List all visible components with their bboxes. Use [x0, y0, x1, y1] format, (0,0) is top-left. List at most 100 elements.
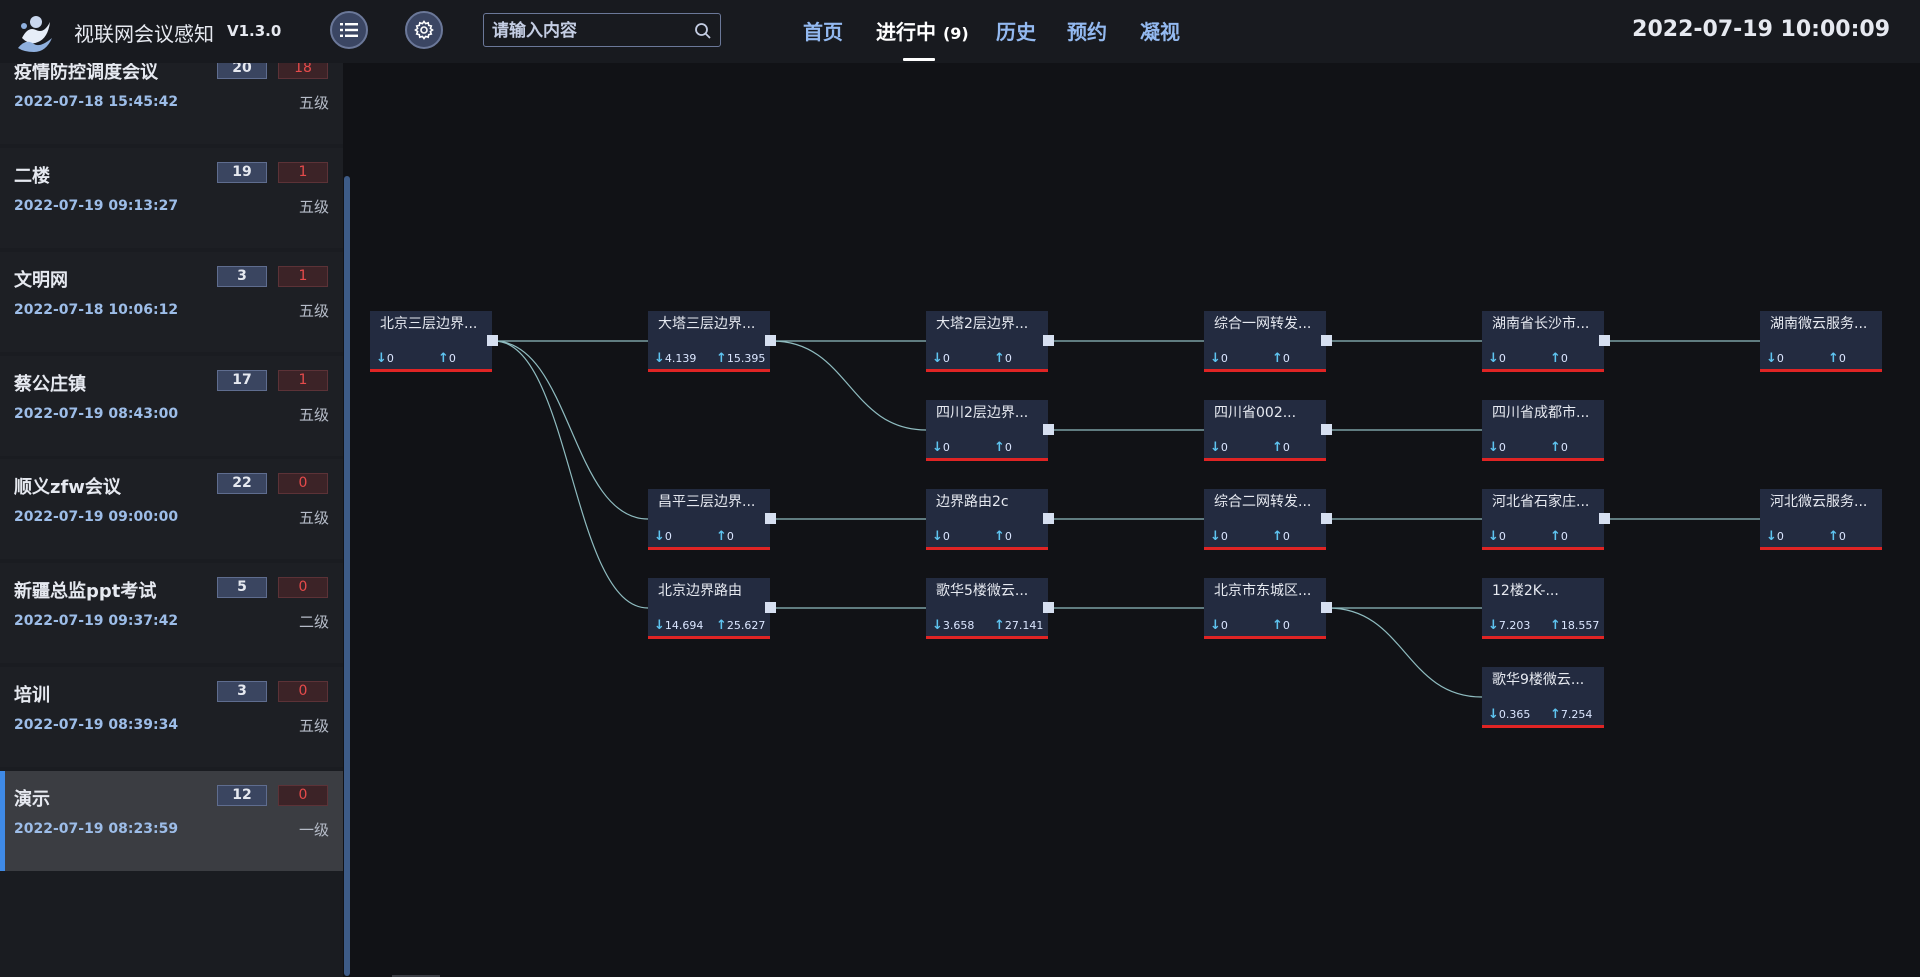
node-port[interactable] — [1043, 602, 1054, 613]
alert-count: 0 — [278, 681, 328, 702]
node-port[interactable] — [1043, 424, 1054, 435]
node-port[interactable] — [765, 335, 776, 346]
meeting-name: 演示 — [14, 789, 50, 810]
meeting-time: 2022-07-19 09:13:27 — [14, 198, 179, 214]
tab-in-progress[interactable]: 进行中 (9) — [876, 16, 969, 45]
upload-value: 0 — [1004, 530, 1012, 543]
settings-button[interactable] — [405, 11, 443, 49]
node-upload-rate: ↑0 — [1272, 529, 1290, 544]
topology-link — [493, 340, 649, 520]
topology-node[interactable]: 边界路由2c ↓0 ↑0 — [926, 489, 1054, 550]
upload-value: 0 — [1282, 530, 1290, 543]
upload-value: 15.395 — [726, 352, 766, 365]
topology-node[interactable]: 歌华5楼微云... ↓3.658 ↑27.141 — [926, 578, 1054, 639]
menu-button[interactable] — [330, 11, 368, 49]
node-name: 综合一网转发... — [1214, 316, 1312, 332]
topology-node[interactable]: 北京边界路由 ↓14.694 ↑25.627 — [648, 578, 776, 639]
node-port[interactable] — [1321, 513, 1332, 524]
arrow-up-icon: ↑ — [994, 351, 1005, 366]
topology-node[interactable]: 综合二网转发... ↓0 ↑0 — [1204, 489, 1332, 550]
arrow-down-icon: ↓ — [1210, 529, 1221, 544]
topology-node[interactable]: 昌平三层边界... ↓0 ↑0 — [648, 489, 776, 550]
node-port[interactable] — [487, 335, 498, 346]
node-port[interactable] — [765, 513, 776, 524]
node-name: 大塔2层边界... — [936, 316, 1029, 332]
node-download-rate: ↓0 — [1766, 351, 1784, 366]
node-upload-rate: ↑0 — [1272, 618, 1290, 633]
tab-home[interactable]: 首页 — [803, 16, 843, 45]
node-download-rate: ↓0 — [1210, 618, 1228, 633]
sidebar-scrollbar[interactable] — [344, 176, 350, 976]
meeting-item[interactable]: 文明网 3 1 2022-07-18 10:06:12 五级 — [0, 252, 343, 352]
participant-count: 3 — [217, 681, 267, 702]
meeting-time: 2022-07-19 08:43:00 — [14, 406, 179, 422]
topology-node[interactable]: 12楼2K-... ↓7.203 ↑18.557 — [1482, 578, 1604, 639]
topology-node[interactable]: 四川2层边界... ↓0 ↑0 — [926, 400, 1054, 461]
meeting-name: 蔡公庄镇 — [14, 374, 86, 395]
selection-indicator — [0, 771, 5, 871]
node-upload-rate: ↑0 — [438, 351, 456, 366]
topology-node[interactable]: 湖南省长沙市... ↓0 ↑0 — [1482, 311, 1610, 372]
search-input[interactable] — [490, 19, 684, 43]
tab-reservation[interactable]: 预约 — [1067, 16, 1107, 45]
topology-node[interactable]: 湖南微云服务... ↓0 ↑0 — [1760, 311, 1882, 372]
topology-node[interactable]: 四川省成都市... ↓0 ↑0 — [1482, 400, 1604, 461]
node-port[interactable] — [1321, 335, 1332, 346]
arrow-down-icon: ↓ — [932, 351, 943, 366]
topology-node[interactable]: 河北省石家庄... ↓0 ↑0 — [1482, 489, 1610, 550]
topology-node[interactable]: 歌华9楼微云... ↓0.365 ↑7.254 — [1482, 667, 1604, 728]
node-upload-rate: ↑0 — [994, 351, 1012, 366]
arrow-up-icon: ↑ — [1550, 529, 1561, 544]
upload-value: 0 — [1560, 530, 1568, 543]
meeting-level: 二级 — [298, 613, 329, 631]
upload-value: 0 — [1282, 441, 1290, 454]
node-download-rate: ↓0 — [1488, 529, 1506, 544]
node-download-rate: ↓0 — [1210, 440, 1228, 455]
topology-node[interactable]: 北京市东城区... ↓0 ↑0 — [1204, 578, 1332, 639]
meeting-item[interactable]: 新疆总监ppt考试 5 0 2022-07-19 09:37:42 二级 — [0, 563, 343, 663]
participant-count: 19 — [217, 162, 267, 183]
meeting-item[interactable]: 二楼 19 1 2022-07-19 09:13:27 五级 — [0, 148, 343, 248]
top-bar: 视联网会议感知 V1.3.0 首页 进行中 (9) 历史 预约 凝视 202 — [0, 0, 1920, 63]
meeting-item[interactable]: 疫情防控调度会议 20 18 2022-07-18 15:45:42 五级 — [0, 63, 343, 144]
node-upload-rate: ↑15.395 — [716, 351, 765, 366]
node-port[interactable] — [1043, 513, 1054, 524]
app-title: 视联网会议感知 — [74, 22, 214, 46]
node-download-rate: ↓0 — [376, 351, 394, 366]
topology-node[interactable]: 综合一网转发... ↓0 ↑0 — [1204, 311, 1332, 372]
search-icon[interactable] — [694, 22, 712, 40]
node-name: 河北微云服务... — [1770, 494, 1868, 510]
meeting-item-selected[interactable]: 演示 12 0 2022-07-19 08:23:59 一级 — [0, 771, 343, 871]
node-port[interactable] — [1321, 602, 1332, 613]
topology-node[interactable]: 大塔三层边界... ↓4.139 ↑15.395 — [648, 311, 776, 372]
node-upload-rate: ↑0 — [1272, 351, 1290, 366]
arrow-down-icon: ↓ — [1488, 707, 1499, 722]
meeting-level: 五级 — [298, 302, 329, 320]
node-upload-rate: ↑0 — [1550, 351, 1568, 366]
participant-count: 22 — [217, 473, 267, 494]
node-name: 北京市东城区... — [1214, 583, 1312, 599]
upload-value: 0 — [1282, 352, 1290, 365]
node-upload-rate: ↑25.627 — [716, 618, 765, 633]
arrow-up-icon: ↑ — [1272, 618, 1283, 633]
topology-node[interactable]: 北京三层边界... ↓0 ↑0 — [370, 311, 498, 372]
tab-gaze[interactable]: 凝视 — [1140, 16, 1180, 45]
node-port[interactable] — [1599, 513, 1610, 524]
topology-node[interactable]: 四川省002... ↓0 ↑0 — [1204, 400, 1332, 461]
meeting-item[interactable]: 培训 3 0 2022-07-19 08:39:34 五级 — [0, 667, 343, 767]
topology-node[interactable]: 大塔2层边界... ↓0 ↑0 — [926, 311, 1054, 372]
node-name: 湖南省长沙市... — [1492, 316, 1590, 332]
meeting-item[interactable]: 顺义zfw会议 22 0 2022-07-19 09:00:00 五级 — [0, 459, 343, 559]
node-port[interactable] — [1321, 424, 1332, 435]
node-port[interactable] — [765, 602, 776, 613]
arrow-up-icon: ↑ — [716, 351, 727, 366]
tab-history[interactable]: 历史 — [996, 16, 1036, 45]
topology-node[interactable]: 河北微云服务... ↓0 ↑0 — [1760, 489, 1882, 550]
node-name: 四川2层边界... — [936, 405, 1029, 421]
node-port[interactable] — [1043, 335, 1054, 346]
node-upload-rate: ↑27.141 — [994, 618, 1043, 633]
node-port[interactable] — [1599, 335, 1610, 346]
meeting-item[interactable]: 蔡公庄镇 17 1 2022-07-19 08:43:00 五级 — [0, 356, 343, 456]
app-logo-icon — [14, 8, 58, 54]
arrow-up-icon: ↑ — [994, 440, 1005, 455]
